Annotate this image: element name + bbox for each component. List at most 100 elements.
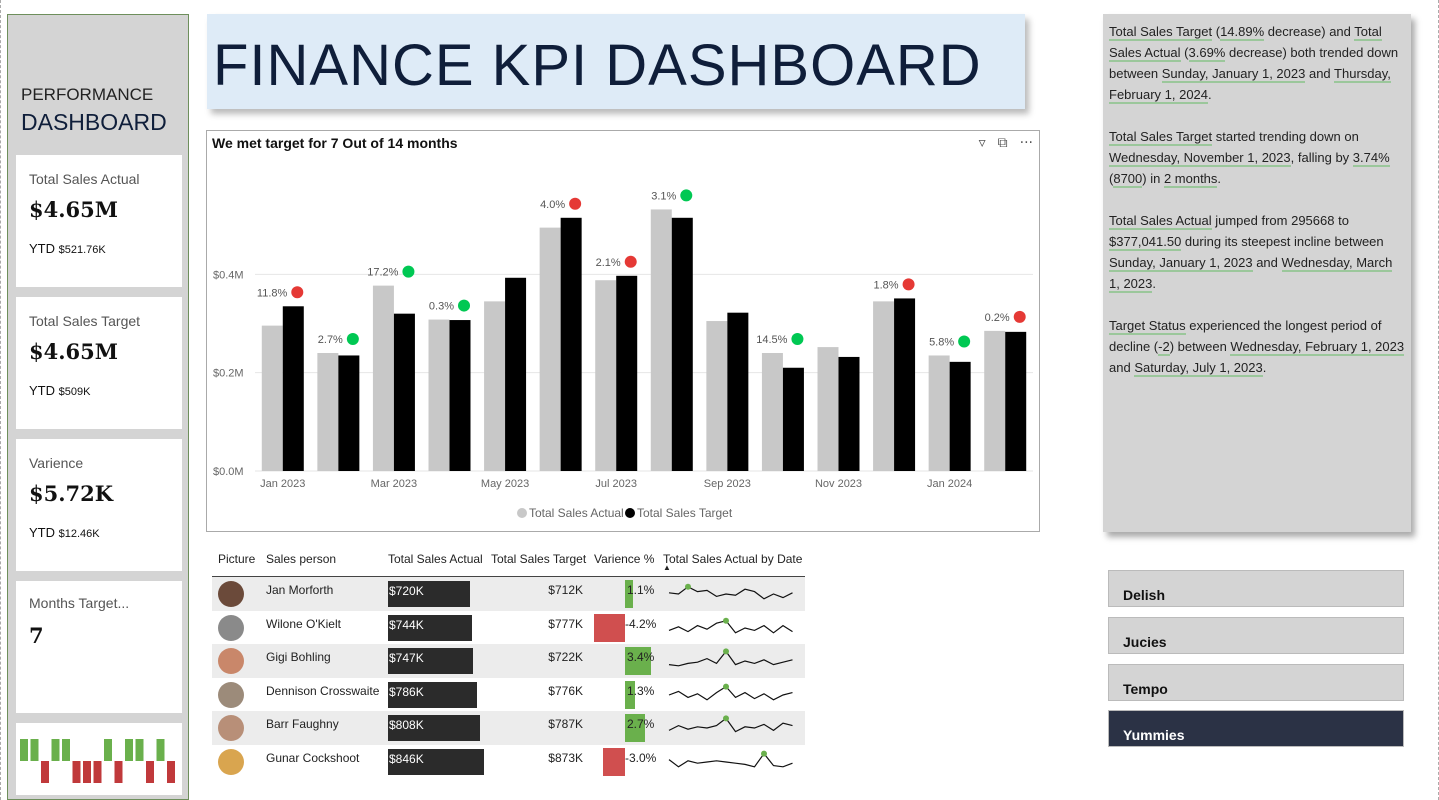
sort-desc-icon[interactable]: ▲ (663, 563, 671, 572)
narrative-highlight: 3.74% (1352, 150, 1390, 167)
avatar (218, 581, 244, 607)
bar-actual (984, 330, 1006, 471)
kpi-label: Months Target... (29, 595, 130, 611)
slicer-item-yummies[interactable]: Yummies (1108, 710, 1404, 747)
kpi-card-sales-actual[interactable]: Total Sales Actual $4.65M YTD $521.76K (16, 155, 182, 287)
table-row[interactable]: Gunar Cockshoot $846K $873K -3.0% (212, 745, 805, 779)
nav-performance-label: PERFORMANCE (21, 85, 154, 104)
sales-person-table[interactable]: Picture Sales person Total Sales Actual … (212, 547, 805, 779)
narrative-highlight: -2 (1158, 339, 1170, 356)
page-title: FINANCE KPI DASHBOARD (213, 33, 982, 98)
kpi-value: 7 (29, 623, 44, 648)
narrative-text: during its steepest incline between (1181, 234, 1384, 249)
mini-bar (104, 739, 112, 761)
x-tick-label: Nov 2023 (815, 478, 862, 490)
mini-bar (72, 761, 81, 783)
avatar (218, 648, 244, 675)
variance-value: 1.1% (627, 583, 655, 597)
sales-chart-visual[interactable]: We met target for 7 Out of 14 months ▿ ⧉ ·… (206, 130, 1040, 532)
mini-bar (51, 739, 60, 761)
target-status-marker (791, 333, 804, 345)
bar-target (671, 217, 693, 471)
col-header-sales-by-date[interactable]: Total Sales Actual by Date (663, 552, 802, 566)
mini-bar (135, 739, 144, 761)
variance-label: 11.8% (257, 287, 288, 299)
y-tick-label: $0.2M (213, 368, 244, 380)
mini-bar (30, 739, 39, 761)
sparkline-high-marker (723, 617, 729, 624)
slicer-item-jucies[interactable]: Jucies (1108, 617, 1404, 654)
col-header-sales-person[interactable]: Sales person (266, 552, 336, 566)
slicer-item-tempo[interactable]: Tempo (1108, 664, 1404, 701)
bar-actual (539, 227, 561, 471)
sparkline-path (668, 650, 793, 667)
narrative-highlight: $377,041.50 (1109, 234, 1182, 251)
bar-actual (484, 301, 506, 471)
sparkline (668, 715, 793, 733)
table-row[interactable]: Wilone O'Kielt $744K $777K -4.2% (212, 611, 805, 645)
bar-target (282, 306, 304, 471)
sparkline-high-marker (723, 683, 729, 690)
variance-label: 2.7% (318, 334, 343, 346)
actual-value: $808K (389, 718, 424, 733)
narrative-highlight: Saturday, July 1, 2023 (1134, 360, 1263, 377)
bar-target (894, 298, 916, 471)
bar-target (338, 355, 360, 471)
title-banner: FINANCE KPI DASHBOARD (207, 14, 1025, 109)
bar-actual (428, 319, 450, 471)
sparkline-path (668, 619, 793, 634)
avatar (218, 614, 244, 641)
mini-bar (114, 761, 123, 783)
col-header-total-sales-actual[interactable]: Total Sales Actual (388, 552, 483, 566)
kpi-card-months-target[interactable]: Months Target... 7 (16, 581, 182, 713)
table-row[interactable]: Gigi Bohling $747K $722K 3.4% (212, 644, 805, 678)
variance-value: -3.0% (625, 750, 657, 765)
narrative-paragraph: Total Sales Actual jumped from 295668 to… (1109, 210, 1405, 294)
bar-actual (761, 353, 783, 471)
mini-bar (62, 739, 70, 761)
left-nav-panel: PERFORMANCE DASHBOARD Total Sales Actual… (7, 14, 189, 800)
narrative-paragraph: Target Status experienced the longest pe… (1109, 315, 1405, 378)
mini-bar (125, 739, 133, 761)
legend-label: Total Sales Actual (529, 506, 624, 520)
actual-value: $720K (389, 584, 424, 598)
narrative-text: . (1208, 87, 1212, 102)
target-value: $777K (548, 616, 583, 631)
actual-value: $744K (389, 617, 424, 632)
mini-chart-svg (20, 739, 175, 783)
bar-actual (873, 301, 895, 471)
kpi-card-varience[interactable]: Varience $5.72K YTD $12.46K (16, 439, 182, 571)
mini-bar (41, 761, 49, 783)
col-header-picture[interactable]: Picture (218, 552, 255, 566)
target-status-marker (569, 197, 582, 210)
col-header-varience[interactable]: Varience % (594, 552, 654, 566)
bar-target (727, 312, 749, 471)
actual-bar: $744K (388, 614, 472, 641)
target-value: $776K (548, 683, 583, 698)
sales-person-name: Gunar Cockshoot (266, 750, 360, 765)
kpi-card-sales-target[interactable]: Total Sales Target $4.65M YTD $509K (16, 297, 182, 429)
bar-actual (595, 280, 617, 471)
chart-svg: $0.0M $0.2M $0.4M Jan 2023 11.8% 2.7% Mar 2023… (213, 189, 1033, 520)
table-row[interactable]: Jan Morforth $720K $712K 1.1% (212, 577, 805, 611)
slicer-item-delish[interactable]: Delish (1108, 570, 1404, 607)
table-row[interactable]: Barr Faughny $808K $787K 2.7% (212, 711, 805, 745)
sparkline-high-marker (761, 750, 767, 757)
kpi-label: Total Sales Target (29, 313, 141, 329)
target-status-mini-chart[interactable] (16, 723, 182, 795)
narrative-text: . (1152, 276, 1156, 291)
dashboard-page: PERFORMANCE DASHBOARD Total Sales Actual… (0, 0, 1439, 800)
variance-value: 2.7% (627, 717, 655, 732)
target-value: $787K (548, 717, 583, 732)
x-tick-label: Jan 2024 (927, 478, 972, 490)
narrative-highlight: Wednesday, February 1, 2023 (1230, 339, 1405, 356)
actual-bar: $747K (388, 648, 473, 675)
variance-label: 2.1% (596, 257, 621, 269)
bar-actual (650, 209, 672, 471)
col-header-total-sales-target[interactable]: Total Sales Target (491, 552, 586, 566)
table-row[interactable]: Dennison Crosswaite $786K $776K 1.3% (212, 678, 805, 712)
target-status-marker (902, 278, 915, 291)
kpi-value: $4.65M (29, 197, 119, 222)
narrative-text: . (1262, 360, 1267, 375)
variance-label: 0.3% (429, 301, 454, 313)
